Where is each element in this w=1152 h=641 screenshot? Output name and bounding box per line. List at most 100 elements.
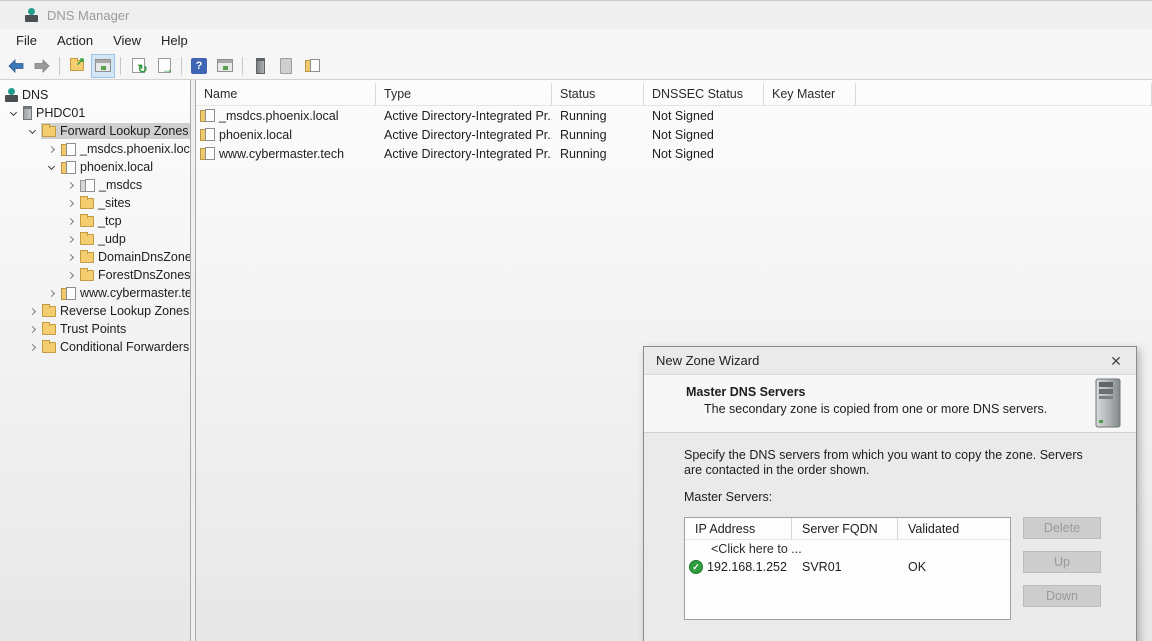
tree-item-www-cybermaster-tech[interactable]: www.cybermaster.tech <box>0 284 190 302</box>
wizard-page-title: Master DNS Servers <box>686 385 806 399</box>
forward-button[interactable] <box>30 54 54 78</box>
tree-item-msdcs[interactable]: _msdcs <box>0 176 190 194</box>
dialog-title: New Zone Wizard <box>656 353 759 368</box>
export-list-button[interactable]: → <box>152 54 176 78</box>
column-header-blank <box>856 83 1152 106</box>
dialog-title-bar: New Zone Wizard <box>644 347 1136 374</box>
window-title: DNS Manager <box>47 8 129 23</box>
wizard-body: Specify the DNS servers from which you w… <box>644 433 1136 641</box>
tree-item-trust-points[interactable]: Trust Points <box>0 320 190 338</box>
column-header-server-fqdn[interactable]: Server FQDN <box>792 518 898 540</box>
column-header-dnssec-status[interactable]: DNSSEC Status <box>644 83 764 106</box>
add-server-placeholder-row[interactable]: <Click here to ... <box>685 540 1010 557</box>
wizard-page-subtitle: The secondary zone is copied from one or… <box>704 402 1047 416</box>
master-servers-table: IP Address Server FQDN Validated <Click … <box>684 517 1011 620</box>
forward-icon <box>34 59 50 73</box>
close-icon[interactable]: ✕ <box>1104 351 1128 371</box>
back-button[interactable] <box>4 54 28 78</box>
expand-expander[interactable] <box>61 219 79 224</box>
master-server-row[interactable]: 192.168.1.252 SVR01 OK <box>685 557 1010 576</box>
zone-folder-icon <box>305 59 320 72</box>
server-tool-button[interactable] <box>248 54 272 78</box>
tree-item-tcp[interactable]: _tcp <box>0 212 190 230</box>
tree-item-udp[interactable]: _udp <box>0 230 190 248</box>
show-console-tree-icon <box>95 59 111 72</box>
column-header-status[interactable]: Status <box>552 83 644 106</box>
toolbar-separator <box>181 57 182 75</box>
list-header-row: Name Type Status DNSSEC Status Key Maste… <box>196 83 1152 106</box>
zone-icon <box>61 143 76 156</box>
zone-row-msdcs-phoenix-local[interactable]: _msdcs.phoenix.local Active Directory-In… <box>196 106 1152 125</box>
tree-item-phoenix-local[interactable]: phoenix.local <box>0 158 190 176</box>
menu-bar: File Action View Help <box>0 29 1152 52</box>
panel-tool-button[interactable] <box>274 54 298 78</box>
properties-window-icon <box>217 59 233 72</box>
folder-icon <box>42 342 56 353</box>
validated-check-icon <box>689 560 703 574</box>
show-console-tree-button[interactable] <box>91 54 115 78</box>
tree-item-dns-root[interactable]: DNS <box>0 86 190 104</box>
help-button[interactable]: ? <box>187 54 211 78</box>
collapse-expander[interactable] <box>4 112 22 115</box>
expand-expander[interactable] <box>61 273 79 278</box>
tree-item-forestdnszones[interactable]: ForestDnsZones <box>0 266 190 284</box>
up-button[interactable]: Up <box>1023 551 1101 573</box>
zone-folder-tool-button[interactable] <box>300 54 324 78</box>
server-icon <box>256 58 265 74</box>
expand-expander[interactable] <box>61 201 79 206</box>
expand-expander[interactable] <box>61 237 79 242</box>
wizard-header: Master DNS Servers The secondary zone is… <box>644 374 1136 433</box>
tree-item-domaindnszones[interactable]: DomainDnsZones <box>0 248 190 266</box>
expand-expander[interactable] <box>42 147 60 152</box>
expand-expander[interactable] <box>23 327 41 332</box>
refresh-button[interactable]: ↻ <box>126 54 150 78</box>
down-button[interactable]: Down <box>1023 585 1101 607</box>
zone-row-phoenix-local[interactable]: phoenix.local Active Directory-Integrate… <box>196 125 1152 144</box>
tree-item-msdcs-phoenix-local[interactable]: _msdcs.phoenix.local <box>0 140 190 158</box>
tree-item-forward-lookup-zones[interactable]: Forward Lookup Zones <box>0 122 190 140</box>
menu-action[interactable]: Action <box>47 30 103 51</box>
folder-icon <box>80 234 94 245</box>
column-header-name[interactable]: Name <box>196 83 376 106</box>
menu-view[interactable]: View <box>103 30 151 51</box>
expand-expander[interactable] <box>42 291 60 296</box>
up-one-level-button[interactable]: ↗ <box>65 54 89 78</box>
column-header-type[interactable]: Type <box>376 83 552 106</box>
instruction-text: Specify the DNS servers from which you w… <box>684 448 1096 478</box>
expand-expander[interactable] <box>23 345 41 350</box>
server-tower-icon <box>1090 378 1126 430</box>
folder-icon <box>80 270 94 281</box>
folder-icon <box>80 216 94 227</box>
folder-icon <box>80 252 94 263</box>
folder-icon <box>42 126 56 137</box>
title-bar: DNS Manager <box>0 1 1152 29</box>
collapse-expander[interactable] <box>42 166 60 169</box>
master-servers-label: Master Servers: <box>684 490 772 504</box>
tree-item-phdc01[interactable]: PHDC01 <box>0 104 190 122</box>
new-zone-wizard-dialog: New Zone Wizard ✕ Master DNS Servers The… <box>643 346 1137 641</box>
expand-expander[interactable] <box>61 183 79 188</box>
folder-up-icon: ↗ <box>70 60 84 71</box>
expand-expander[interactable] <box>61 255 79 260</box>
column-header-key-master[interactable]: Key Master <box>764 83 856 106</box>
toolbar-separator <box>242 57 243 75</box>
collapse-expander[interactable] <box>23 130 41 133</box>
back-icon <box>8 59 24 73</box>
menu-help[interactable]: Help <box>151 30 198 51</box>
zone-row-www-cybermaster-tech[interactable]: www.cybermaster.tech Active Directory-In… <box>196 144 1152 163</box>
column-header-validated[interactable]: Validated <box>898 518 1010 540</box>
column-header-ip-address[interactable]: IP Address <box>685 518 792 540</box>
dns-manager-window: DNS Manager File Action View Help ↗ ↻ → <box>0 0 1152 641</box>
folder-icon <box>80 198 94 209</box>
tree-item-sites[interactable]: _sites <box>0 194 190 212</box>
menu-file[interactable]: File <box>6 30 47 51</box>
tree-item-reverse-lookup-zones[interactable]: Reverse Lookup Zones <box>0 302 190 320</box>
dns-manager-app-icon <box>25 8 38 22</box>
expand-expander[interactable] <box>23 309 41 314</box>
server-icon <box>23 106 32 120</box>
zone-icon <box>61 161 76 174</box>
tree-item-conditional-forwarders[interactable]: Conditional Forwarders <box>0 338 190 356</box>
properties-window-button[interactable] <box>213 54 237 78</box>
export-list-icon: → <box>158 58 171 73</box>
delete-button[interactable]: Delete <box>1023 517 1101 539</box>
